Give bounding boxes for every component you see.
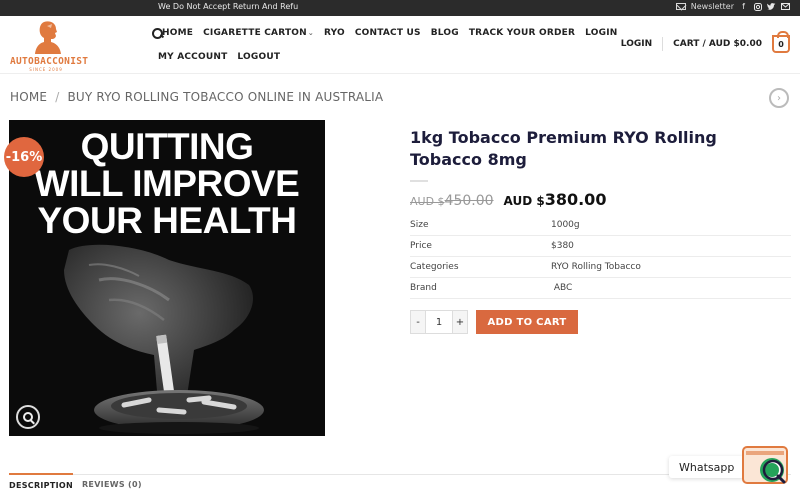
chevron-down-icon: ⌄	[307, 29, 314, 37]
whatsapp-label[interactable]: Whatsapp	[669, 456, 745, 478]
nav-track-order[interactable]: TRACK YOUR ORDER	[469, 28, 575, 38]
nav-blog[interactable]: BLOG	[431, 28, 459, 38]
old-price: AUD $450.00	[410, 193, 494, 209]
quantity-minus-button[interactable]: -	[411, 311, 425, 333]
zoom-button[interactable]	[16, 405, 40, 429]
next-product-button[interactable]: ›	[769, 88, 789, 108]
header-login-link[interactable]: LOGIN	[621, 39, 652, 49]
sale-price: AUD $380.00	[504, 190, 607, 209]
chevron-right-icon: ›	[777, 92, 781, 104]
attribute-value: 1000g	[551, 220, 580, 230]
cart-count: 0	[778, 39, 784, 49]
sale-price-value: 380.00	[544, 190, 607, 209]
nav-contact-us[interactable]: CONTACT US	[355, 28, 421, 38]
breadcrumb-current[interactable]: BUY RYO ROLLING TOBACCO ONLINE IN AUSTRA…	[67, 90, 383, 104]
instagram-icon[interactable]	[753, 2, 762, 11]
zoom-icon	[23, 412, 33, 422]
cart-bag-icon[interactable]: 0	[772, 31, 790, 53]
whatsapp-chat-icon[interactable]	[742, 446, 790, 486]
attribute-value: ABC	[551, 283, 573, 293]
facebook-icon[interactable]: f	[739, 2, 748, 11]
product-price: AUD $450.00 AUD $380.00	[410, 190, 606, 209]
logo-name: AUTOBACCONIST	[10, 56, 89, 67]
image-headline-line: WILL IMPROVE	[34, 163, 300, 204]
header-divider	[662, 37, 664, 51]
attribute-key: Categories	[410, 262, 459, 272]
breadcrumb-divider: /	[55, 90, 60, 104]
product-tabs: DESCRIPTION REVIEWS (0)	[9, 473, 142, 490]
attribute-key: Price	[410, 241, 432, 251]
quantity-stepper: - 1 +	[410, 310, 468, 334]
main-nav: HOME CIGARETTE CARTON⌄ RYO CONTACT US BL…	[152, 24, 617, 72]
top-notice: We Do Not Accept Return And Refu	[158, 2, 299, 11]
attribute-key: Size	[410, 220, 429, 230]
image-headline-line: YOUR HEALTH	[37, 200, 297, 241]
attribute-row: Size 1000g	[410, 215, 791, 236]
image-headline-line: QUITTING	[80, 126, 254, 167]
breadcrumb: HOME / BUY RYO ROLLING TOBACCO ONLINE IN…	[10, 90, 383, 104]
newsletter-link[interactable]: Newsletter	[691, 2, 734, 11]
tab-reviews[interactable]: REVIEWS (0)	[82, 474, 142, 490]
attribute-value[interactable]: RYO Rolling Tobacco	[551, 262, 791, 272]
twitter-icon[interactable]	[767, 2, 776, 11]
attribute-row: Categories RYO Rolling Tobacco	[410, 257, 791, 278]
tab-description[interactable]: DESCRIPTION	[9, 473, 73, 490]
nav-cigarette-carton[interactable]: CIGARETTE CARTON⌄	[203, 28, 314, 38]
hand-ashtray-illustration	[64, 244, 264, 434]
old-price-value: 450.00	[444, 193, 494, 209]
top-bar: We Do Not Accept Return And Refu Newslet…	[0, 0, 800, 16]
product-attributes: Size 1000g Price $380 Categories RYO Rol…	[410, 215, 791, 299]
product-image[interactable]: QUITTING WILL IMPROVE YOUR HEALTH	[9, 120, 325, 436]
old-price-currency: AUD $	[410, 195, 445, 208]
breadcrumb-home[interactable]: HOME	[10, 90, 47, 104]
attribute-key: Brand	[410, 283, 437, 293]
product-title: 1kg Tobacco Premium RYO Rolling Tobacco …	[410, 128, 717, 169]
add-to-cart-button[interactable]: ADD TO CART	[476, 310, 578, 334]
site-header: AUTOBACCONIST SINCE 2009 HOME CIGARETTE …	[0, 16, 800, 74]
email-icon[interactable]	[781, 2, 790, 11]
nav-ryo[interactable]: RYO	[324, 28, 345, 38]
header-right: LOGIN CART / AUD $0.00 0	[621, 31, 790, 53]
attribute-value: $380	[551, 241, 574, 251]
cart-link[interactable]: CART / AUD $0.00	[673, 39, 762, 49]
logo-bust-icon	[35, 21, 61, 54]
attribute-row: Brand ABC	[410, 278, 791, 299]
nav-my-account[interactable]: MY ACCOUNT	[158, 52, 227, 62]
nav-logout[interactable]: LOGOUT	[237, 52, 280, 62]
site-logo[interactable]: AUTOBACCONIST SINCE 2009	[10, 18, 89, 72]
mail-icon[interactable]	[675, 3, 686, 10]
quantity-input[interactable]: 1	[425, 311, 453, 333]
title-divider	[410, 180, 428, 182]
nav-login[interactable]: LOGIN	[585, 28, 617, 38]
sale-badge: -16%	[4, 137, 44, 177]
top-bar-right: Newsletter f	[675, 2, 790, 11]
logo-since: SINCE 2009	[29, 67, 63, 72]
sale-price-currency: AUD $	[503, 194, 545, 208]
attribute-row: Price $380	[410, 236, 791, 257]
image-headline: QUITTING WILL IMPROVE YOUR HEALTH	[9, 128, 325, 239]
nav-home[interactable]: HOME	[162, 28, 193, 38]
nav-cigarette-carton-label: CIGARETTE CARTON	[203, 28, 307, 38]
quantity-plus-button[interactable]: +	[453, 311, 467, 333]
